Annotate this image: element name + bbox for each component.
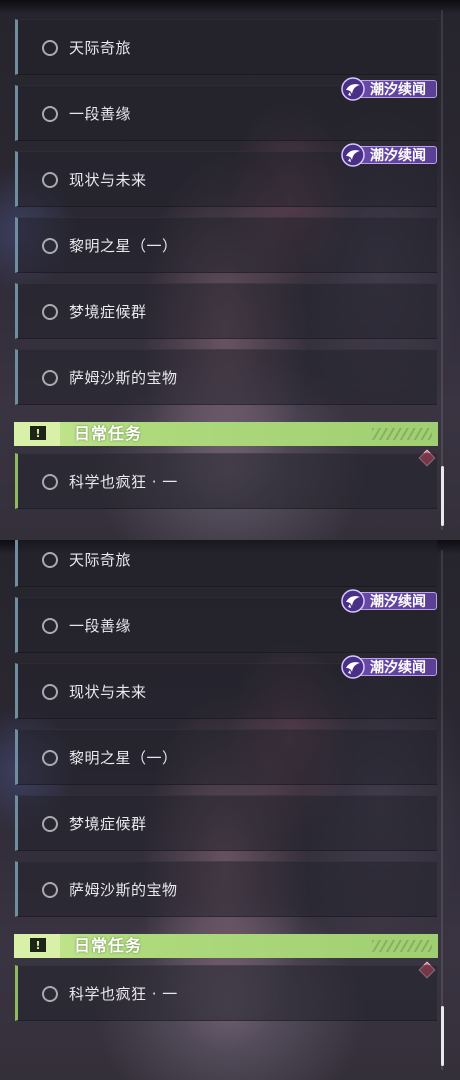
exclamation-box-icon: ! <box>30 938 46 952</box>
daily-quest-item[interactable]: 科学也疯狂 · 一 <box>15 453 437 509</box>
daily-quest-item[interactable]: 科学也疯狂 · 一 <box>15 965 437 1021</box>
tide-emblem-icon <box>341 589 365 613</box>
tide-emblem-icon <box>341 655 365 679</box>
quest-label: 现状与未来 <box>69 171 147 189</box>
quest-item[interactable]: 萨姆沙斯的宝物 <box>15 349 437 405</box>
quest-item[interactable]: 梦境症候群 <box>15 283 437 339</box>
tag-label: 潮汐续闻 <box>370 660 426 676</box>
decorative-stripes <box>372 940 432 952</box>
quest-label: 一段善缘 <box>69 617 132 635</box>
quest-label: 萨姆沙斯的宝物 <box>69 369 178 387</box>
tag-label: 潮汐续闻 <box>370 82 426 98</box>
quest-item[interactable]: 天际奇旅 <box>15 19 437 75</box>
circle-outline-icon <box>42 552 58 568</box>
quest-label: 天际奇旅 <box>69 39 132 57</box>
circle-outline-icon <box>42 882 58 898</box>
tag-label: 潮汐续闻 <box>370 148 426 164</box>
circle-outline-icon <box>42 618 58 634</box>
quest-panel-bottom: 天际奇旅 一段善缘 现状与未来 黎明之星（一） 梦境症候群 萨姆沙斯的宝物 潮汐… <box>0 540 460 1080</box>
warn-symbol: ! <box>35 427 41 440</box>
quest-item[interactable]: 天际奇旅 <box>15 540 437 587</box>
warn-symbol: ! <box>35 939 41 952</box>
tide-emblem-icon <box>341 143 365 167</box>
circle-outline-icon <box>42 370 58 386</box>
circle-outline-icon <box>42 684 58 700</box>
quest-item[interactable]: 黎明之星（一） <box>15 217 437 273</box>
tag-label: 潮汐续闻 <box>370 594 426 610</box>
tide-tag-badge: 潮汐续闻 <box>341 77 438 101</box>
daily-quest-header[interactable]: ! 日常任务 <box>14 934 438 958</box>
tide-tag-badge: 潮汐续闻 <box>341 655 438 679</box>
quest-label: 梦境症候群 <box>69 303 147 321</box>
daily-quest-header[interactable]: ! 日常任务 <box>14 422 438 446</box>
circle-outline-icon <box>42 750 58 766</box>
tide-emblem-icon <box>341 77 365 101</box>
quest-label: 现状与未来 <box>69 683 147 701</box>
quest-label: 黎明之星（一） <box>69 749 178 767</box>
tide-tag-badge: 潮汐续闻 <box>341 589 438 613</box>
warn-block: ! <box>14 422 60 446</box>
circle-outline-icon <box>42 816 58 832</box>
quest-item[interactable]: 梦境症候群 <box>15 795 437 851</box>
quest-label: 一段善缘 <box>69 105 132 123</box>
warn-block: ! <box>14 934 60 958</box>
exclamation-box-icon: ! <box>30 426 46 440</box>
circle-outline-icon <box>42 238 58 254</box>
tide-tag-badge: 潮汐续闻 <box>341 143 438 167</box>
circle-outline-icon <box>42 986 58 1002</box>
quest-label: 萨姆沙斯的宝物 <box>69 881 178 899</box>
circle-outline-icon <box>42 40 58 56</box>
quest-panel-top: 天际奇旅 一段善缘 现状与未来 黎明之星（一） 梦境症候群 萨姆沙斯的宝物 潮汐… <box>0 0 460 540</box>
quest-item[interactable]: 萨姆沙斯的宝物 <box>15 861 437 917</box>
quest-label: 黎明之星（一） <box>69 237 178 255</box>
circle-outline-icon <box>42 106 58 122</box>
circle-outline-icon <box>42 474 58 490</box>
top-fade <box>0 0 460 14</box>
scrollbar-thumb[interactable] <box>441 466 444 526</box>
decorative-stripes <box>372 428 432 440</box>
quest-label: 梦境症候群 <box>69 815 147 833</box>
quest-label: 科学也疯狂 · 一 <box>69 985 178 1003</box>
scrollbar-track[interactable] <box>441 550 443 1070</box>
quest-item[interactable]: 黎明之星（一） <box>15 729 437 785</box>
circle-outline-icon <box>42 172 58 188</box>
scrollbar-thumb[interactable] <box>441 1006 444 1066</box>
quest-label: 天际奇旅 <box>69 551 132 569</box>
daily-header-title: 日常任务 <box>74 936 143 955</box>
daily-header-title: 日常任务 <box>74 424 143 443</box>
quest-label: 科学也疯狂 · 一 <box>69 473 178 491</box>
scrollbar-track[interactable] <box>441 10 443 530</box>
circle-outline-icon <box>42 304 58 320</box>
